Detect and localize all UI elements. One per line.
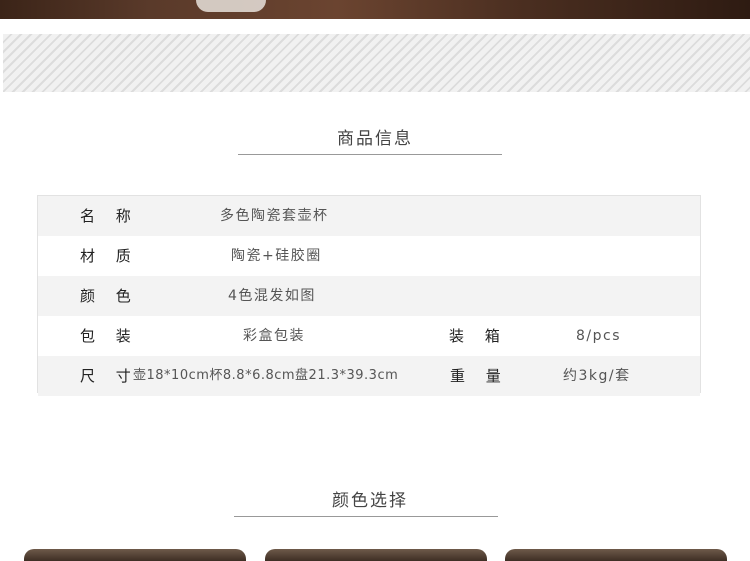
color-option-thumbnail[interactable] bbox=[505, 549, 727, 561]
table-row: 名 称 多色陶瓷套壶杯 bbox=[38, 196, 700, 236]
decorative-stripe-banner bbox=[3, 34, 750, 92]
spec-label-name: 名 称 bbox=[80, 207, 139, 225]
color-select-title: 颜色选择 bbox=[332, 491, 408, 511]
spec-label-color: 颜 色 bbox=[80, 287, 139, 305]
spec-value-weight: 约3kg/套 bbox=[563, 368, 631, 384]
color-select-divider bbox=[234, 516, 498, 517]
top-product-photo bbox=[0, 0, 750, 19]
photo-plate-detail bbox=[196, 0, 266, 12]
table-row: 尺 寸 壶18*10cm杯8.8*6.8cm盘21.3*39.3cm 重 量 约… bbox=[38, 356, 700, 396]
spec-label-carton: 装 箱 bbox=[449, 327, 508, 345]
color-option-thumbnail[interactable] bbox=[265, 549, 487, 561]
product-spec-table: 名 称 多色陶瓷套壶杯 材 质 陶瓷+硅胶圈 颜 色 4色混发如图 包 装 彩盒… bbox=[37, 195, 701, 396]
spec-value-packaging: 彩盒包装 bbox=[243, 328, 305, 344]
spec-label-weight: 重 量 bbox=[450, 367, 509, 385]
spec-value-material: 陶瓷+硅胶圈 bbox=[231, 248, 322, 264]
spec-value-name: 多色陶瓷套壶杯 bbox=[220, 208, 329, 224]
spec-label-size: 尺 寸 bbox=[80, 367, 139, 385]
spec-value-color: 4色混发如图 bbox=[228, 288, 316, 304]
spec-label-material: 材 质 bbox=[80, 247, 139, 265]
table-row: 材 质 陶瓷+硅胶圈 bbox=[38, 236, 700, 276]
spec-label-packaging: 包 装 bbox=[80, 327, 139, 345]
table-row: 颜 色 4色混发如图 bbox=[38, 276, 700, 316]
product-info-divider bbox=[238, 154, 502, 155]
table-row: 包 装 彩盒包装 装 箱 8/pcs bbox=[38, 316, 700, 356]
product-info-title: 商品信息 bbox=[337, 129, 413, 149]
color-option-thumbnail[interactable] bbox=[24, 549, 246, 561]
spec-value-size: 壶18*10cm杯8.8*6.8cm盘21.3*39.3cm bbox=[133, 368, 399, 383]
spec-value-carton: 8/pcs bbox=[576, 328, 622, 344]
